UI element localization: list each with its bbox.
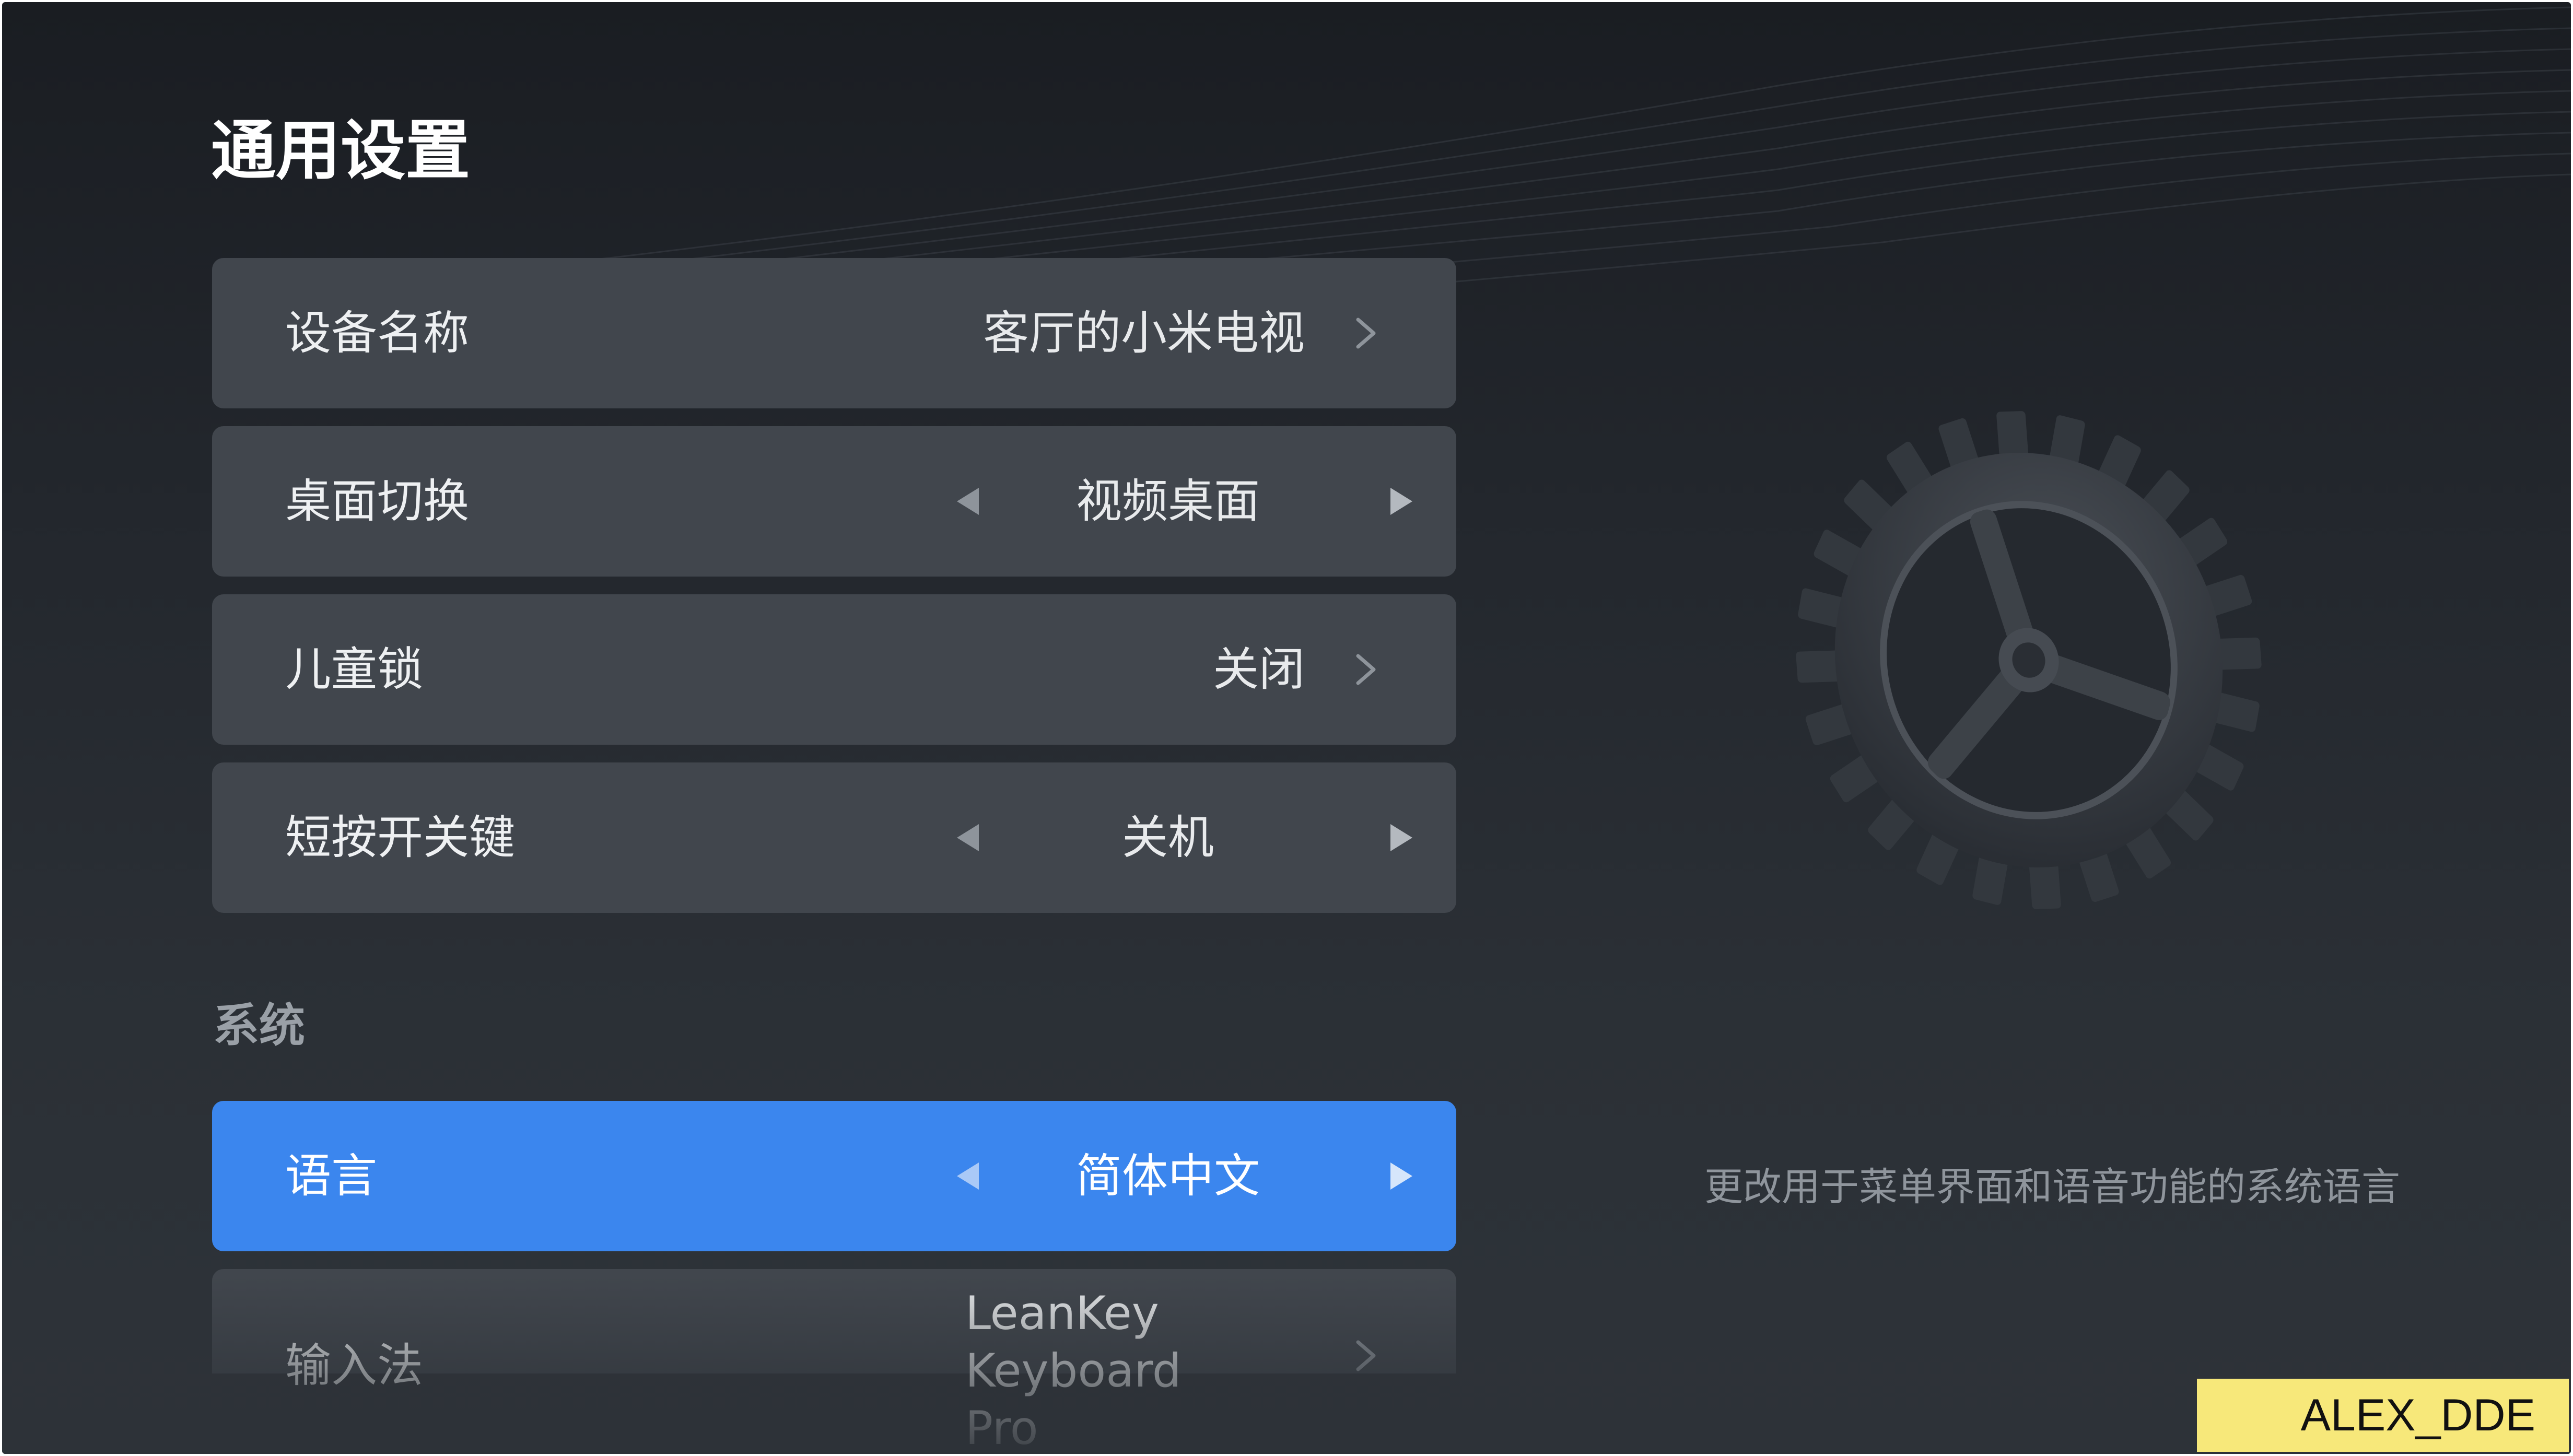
arrow-right-icon[interactable] [1388, 486, 1414, 517]
setting-row-input-method[interactable]: 输入法 LeanKey Keyboard Pro [212, 1269, 1456, 1454]
setting-label: 语言 [285, 1149, 378, 1203]
setting-value: 关闭 [1212, 642, 1305, 696]
arrow-left-icon[interactable] [955, 486, 981, 517]
setting-label: 短按开关键 [285, 811, 516, 864]
setting-description: 更改用于菜单界面和语音功能的系统语言 [1704, 1165, 2400, 1210]
setting-row-device-name[interactable]: 设备名称 客厅的小米电视 [212, 258, 1456, 408]
setting-value: 简体中文 [1075, 1149, 1260, 1203]
setting-value: LeanKey Keyboard Pro [965, 1285, 1373, 1454]
page-title: 通用设置 [211, 113, 471, 189]
setting-label: 设备名称 [285, 306, 470, 360]
setting-row-desktop-switch[interactable]: 桌面切换 视频桌面 [212, 426, 1456, 577]
setting-value-line1: LeanKey Keyboard [965, 1286, 1182, 1398]
setting-row-child-lock[interactable]: 儿童锁 关闭 [212, 594, 1456, 745]
setting-label: 桌面切换 [285, 474, 470, 528]
setting-value-line2: Pro [965, 1401, 1038, 1454]
arrow-left-icon[interactable] [955, 822, 981, 853]
setting-value: 关机 [1121, 811, 1214, 864]
chevron-right-icon [1356, 654, 1376, 685]
setting-value: 视频桌面 [1075, 474, 1260, 528]
tv-settings-screen: 通用设置 设备名称 客厅的小米电视 桌面切换 视频桌面 儿童锁 关闭 短按开关键… [2, 2, 2571, 1454]
arrow-left-icon[interactable] [955, 1160, 981, 1192]
chevron-right-icon [1356, 1340, 1376, 1371]
setting-row-power-key[interactable]: 短按开关键 关机 [212, 762, 1456, 913]
arrow-right-icon[interactable] [1388, 1160, 1414, 1192]
chevron-right-icon [1356, 318, 1376, 349]
watermark-label: ALEX_DDE [2197, 1379, 2569, 1452]
gear-icon [1796, 411, 2262, 909]
setting-row-language[interactable]: 语言 简体中文 [212, 1101, 1456, 1251]
arrow-right-icon[interactable] [1388, 822, 1414, 853]
section-title-system: 系统 [213, 999, 306, 1052]
setting-label: 儿童锁 [285, 642, 424, 696]
setting-value: 客厅的小米电视 [983, 306, 1305, 360]
setting-label: 输入法 [285, 1338, 424, 1392]
